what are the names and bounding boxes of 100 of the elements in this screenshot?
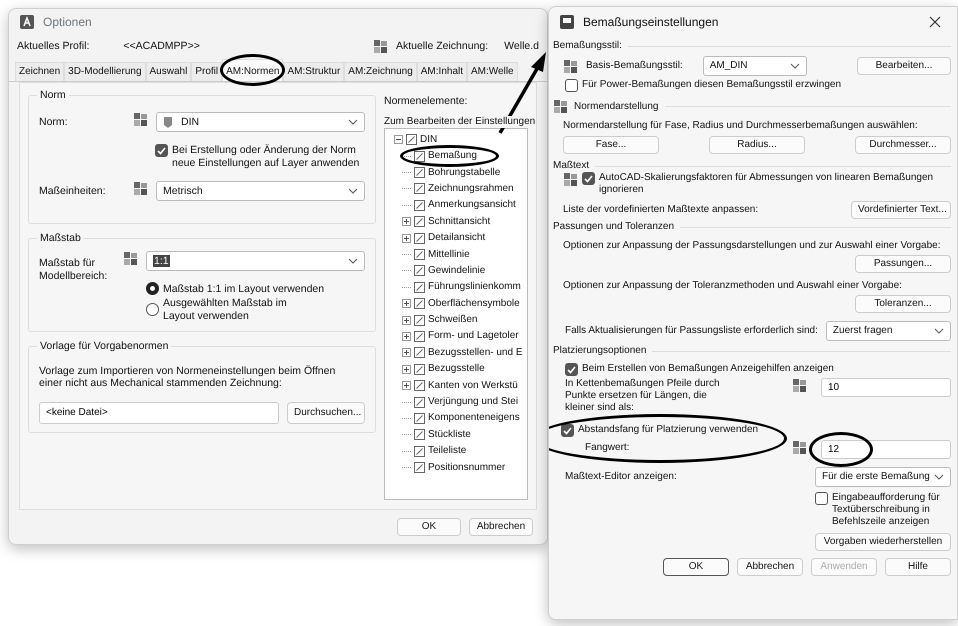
symbol-icon [413,182,426,196]
close-icon[interactable] [929,16,941,28]
restore-button[interactable]: Vorgaben wiederherstellen [815,533,951,551]
tree-item[interactable]: Komponenteneigens [428,412,520,424]
tree-item[interactable]: Detailansicht [428,232,486,244]
browse-button[interactable]: Durchsuchen... [287,402,365,424]
edit-button[interactable]: Bearbeiten... [857,57,951,75]
dialog-button[interactable]: Hilfe [885,558,951,576]
expander-icon[interactable] [402,332,411,341]
tab[interactable]: Zeichnen [15,62,64,81]
expander-icon[interactable] [394,135,403,144]
dropdown[interactable]: DIN [156,112,365,132]
tab[interactable]: Auswahl [146,62,192,81]
symbol-icon [413,379,426,392]
profile-value: <<ACADMPP>> [123,40,200,52]
checkbox[interactable] [565,79,578,92]
button[interactable]: Radius... [709,136,805,154]
expander-icon[interactable] [402,299,411,308]
tree-item[interactable]: Bemaßung [428,150,477,162]
tree-item[interactable]: Oberflächensymbole [428,298,520,310]
symbol-icon [413,150,426,163]
description-text: Vorlage zum Importieren von Normeneinstellungen beim Öffnen einer nicht aus Mechanical stammenden Zeichnung: [39,364,336,390]
dropdown[interactable]: Metrisch [156,181,365,202]
tree-item[interactable]: Teileliste [428,445,466,458]
chevron-icon [934,474,944,480]
expander-icon[interactable] [402,316,411,325]
layer-icon [792,378,807,393]
field-label: Maßstab für Modellbereich: [39,256,108,282]
radio-label: Ausgewählten Maßstab im Layout verwenden [163,297,288,323]
radio-label: Maßstab 1:1 im Layout verwenden [163,282,324,296]
symbol-icon [413,412,426,425]
tab[interactable]: Profil [191,62,222,81]
tree-item[interactable]: Mittellinie [428,248,470,261]
file-field[interactable]: <keine Datei> [39,402,279,424]
checkbox[interactable] [155,144,168,157]
symbol-icon [413,314,426,327]
layer-icon [133,112,148,127]
dialog-title: Bemaßungseinstellungen [583,14,718,30]
radio-button[interactable] [146,303,159,316]
symbol-icon [413,264,426,278]
checkbox[interactable] [582,172,595,185]
button[interactable]: Passungen... [855,255,951,273]
tab[interactable]: 3D-Modellierung [64,62,146,81]
checkbox[interactable] [565,363,578,376]
tree-item[interactable]: Positionsnummer [428,462,506,474]
section-heading: Maßtext [553,160,590,172]
check-icon [563,426,572,434]
chevron-icon [934,328,944,334]
tree-item[interactable]: Gewindelinie [428,264,486,277]
tab[interactable]: AM:Welle [467,62,518,81]
checkbox-label: Beim Erstellen von Bemaßungen Anzeigehilfen anzeigen [582,363,834,375]
button[interactable]: Fase... [563,136,659,154]
tree-item[interactable]: Anmerkungsansicht [428,199,516,212]
tab[interactable]: AM:Inhalt [416,62,468,81]
dialog-button[interactable]: OK [663,558,729,576]
expander-icon[interactable] [402,234,411,243]
description-text: Normendarstellung für Fase, Radius und Durchmesserbemaßungen auswählen: [563,120,919,132]
tree-item[interactable]: Bezugsstelle [428,363,485,376]
dropdown[interactable]: Für die erste Bemaßung [815,467,951,487]
layer-icon [133,181,148,196]
symbol-icon [413,444,426,458]
layer-icon [123,251,138,266]
expander-icon[interactable] [402,364,411,374]
tree-item[interactable]: Bezugsstellen- und E [428,346,523,359]
expander-icon[interactable] [402,217,411,226]
button[interactable]: Durchmesser... [855,136,951,154]
expander-icon[interactable] [402,381,411,390]
tree-item[interactable]: Stückliste [428,428,471,441]
symbol-icon [413,461,426,474]
window-title: Optionen [43,14,92,30]
tree-item[interactable]: Führungslinienkomm [428,281,521,294]
tab[interactable]: AM:Zeichnung [344,62,417,81]
tree-item[interactable]: Schweißen [428,314,478,326]
tree-item[interactable]: Bohrungstabelle [428,166,500,179]
dialog-button[interactable]: Abbrechen [737,558,803,576]
button[interactable]: Vordefinierter Text... [851,201,951,219]
checkbox[interactable] [815,492,828,505]
radio-button[interactable] [146,282,159,296]
description-text: Optionen zur Anpassung der Passungsdarstellungen und zur Auswahl einer Vorgabe: [563,240,942,252]
tree-item[interactable]: Zeichnungsrahmen [428,182,514,195]
expander-icon[interactable] [402,348,411,358]
dialog-button[interactable]: OK [397,518,461,536]
tree-item[interactable]: Verjüngung und Stei [428,396,518,408]
dropdown[interactable]: 1:1 [146,251,365,272]
chevron-icon [790,63,800,69]
dropdown[interactable]: AM_DIN [702,56,807,76]
text-field[interactable]: 12 [821,440,951,459]
tree-item[interactable]: Kanten von Werkstü [428,380,518,392]
text-field[interactable]: 10 [821,378,951,397]
tab[interactable]: AM:Normen [222,59,284,81]
tab[interactable]: AM:Struktur [283,62,344,81]
symbol-icon [413,166,426,180]
dialog-button[interactable]: Abbrechen [469,518,533,536]
tree-item[interactable]: Form- und Lagetoler [428,330,519,342]
button[interactable]: Toleranzen... [855,295,951,313]
dropdown[interactable]: Zuerst fragen [826,321,951,341]
tree-item[interactable]: Schnittansicht [428,216,490,228]
tree-item[interactable]: DIN [420,134,438,146]
checkbox[interactable] [561,424,574,437]
app-icon [559,14,575,30]
